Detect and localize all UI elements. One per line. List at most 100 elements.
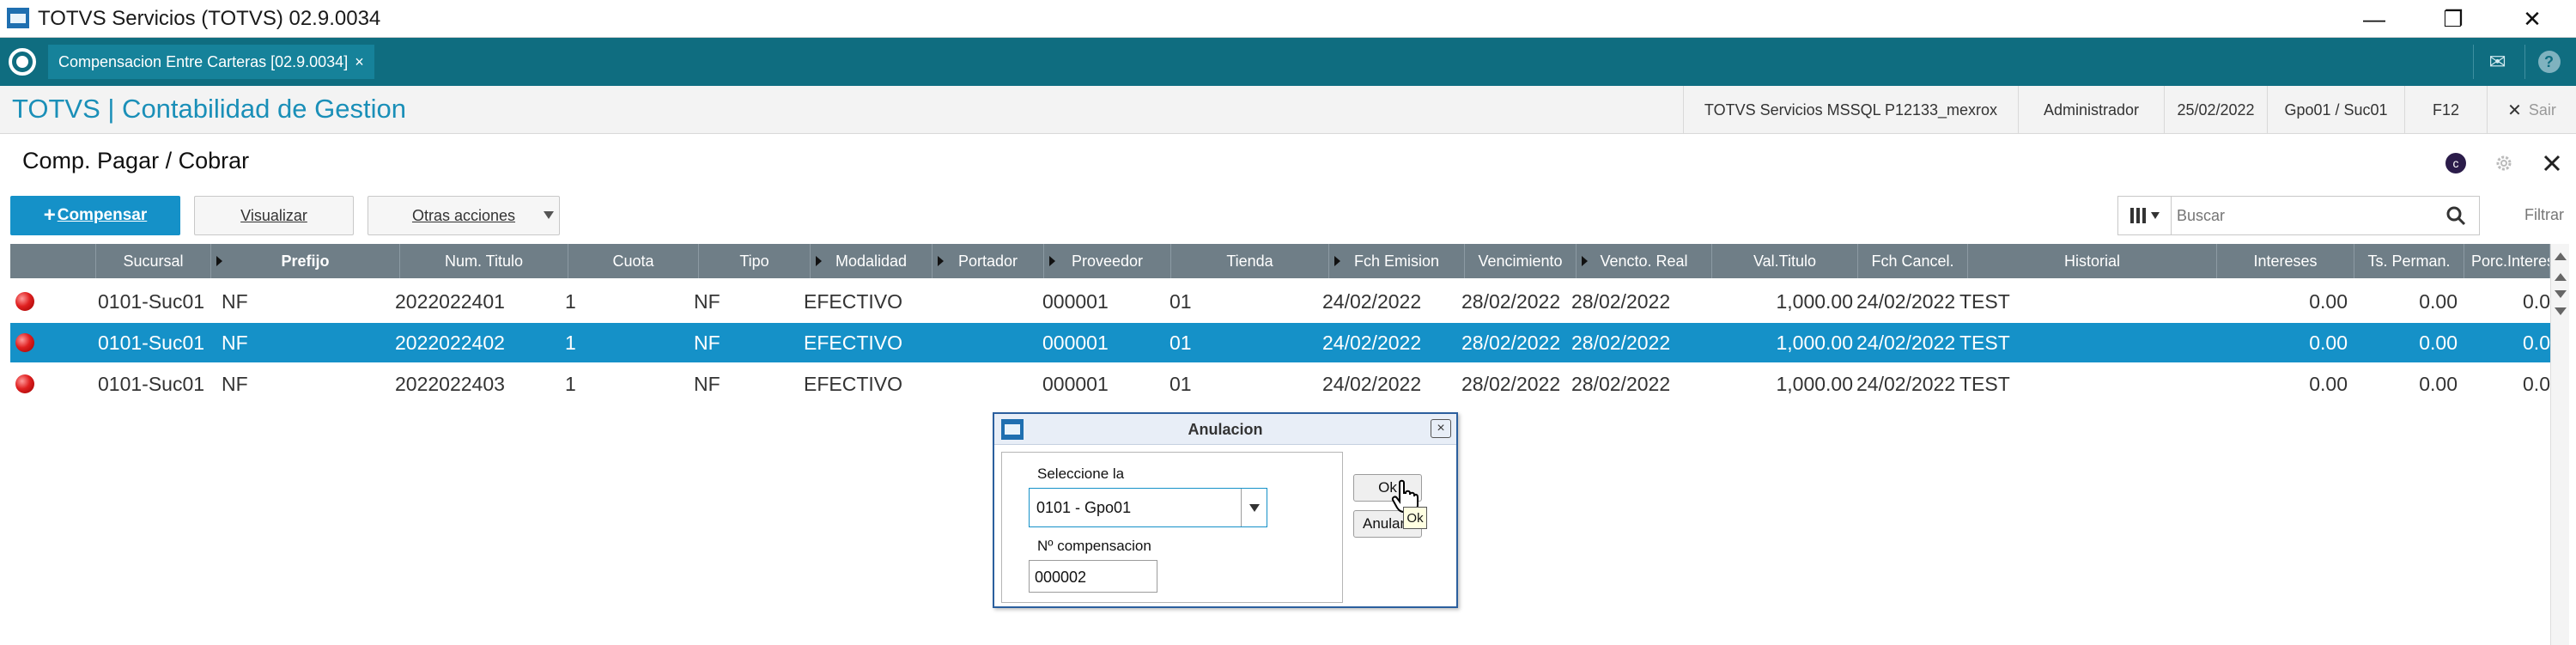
- cell-tienda: 01: [1170, 289, 1192, 313]
- date-info: 25/02/2022: [2164, 86, 2267, 134]
- window-titlebar: TOTVS Servicios (TOTVS) 02.9.0034 — ❐ ✕: [0, 0, 2576, 38]
- header-intereses[interactable]: Intereses: [2217, 244, 2354, 278]
- close-window-button[interactable]: ✕: [2494, 0, 2571, 38]
- table-row-selected[interactable]: 0101-Suc01 NF 2022022402 1 NF EFECTIVO 0…: [10, 323, 2550, 362]
- cell-fch-emision: 24/02/2022: [1322, 289, 1422, 313]
- cell-tipo: NF: [694, 289, 720, 313]
- header-porc-interes[interactable]: Porc.Interes: [2464, 244, 2550, 278]
- ok-tooltip: Ok: [1403, 507, 1427, 529]
- compensacion-value: 000002: [1035, 569, 1087, 586]
- header-tienda[interactable]: Tienda: [1171, 244, 1329, 278]
- help-icon[interactable]: ?: [2524, 45, 2573, 79]
- dialog-title: Anulacion: [1188, 420, 1263, 438]
- company-info[interactable]: Gpo01 / Suc01: [2267, 86, 2404, 134]
- dialog-close-icon[interactable]: ×: [1431, 419, 1451, 438]
- scroll-page-down-icon[interactable]: [2555, 290, 2567, 298]
- cell-tipo: NF: [694, 372, 720, 395]
- cell-modalidad: EFECTIVO: [804, 289, 903, 313]
- cell-val-titulo: 1,000.00: [1776, 289, 1853, 313]
- chevron-down-icon: [2150, 212, 2160, 219]
- c-glyph: c: [2445, 153, 2466, 173]
- module-title: TOTVS | Contabilidad de Gestion: [12, 94, 406, 124]
- cell-vencimiento: 28/02/2022: [1461, 372, 1561, 395]
- compensar-label: Compensar: [57, 206, 148, 224]
- header-fch-cancel[interactable]: Fch Cancel.: [1858, 244, 1968, 278]
- header-num-titulo[interactable]: Num. Titulo: [400, 244, 568, 278]
- header-vencto-real[interactable]: Vencto. Real: [1577, 244, 1712, 278]
- header-arrow-icon: [816, 256, 822, 266]
- header-historial[interactable]: Historial: [1968, 244, 2217, 278]
- table-row[interactable]: 0101-Suc01 NF 2022022403 1 NF EFECTIVO 0…: [10, 364, 2550, 404]
- minimize-button[interactable]: —: [2336, 0, 2413, 38]
- cell-vencto-real: 28/02/2022: [1571, 372, 1671, 395]
- close-page-icon[interactable]: [2538, 149, 2566, 177]
- header-portador[interactable]: Portador: [933, 244, 1044, 278]
- tab-compensacion[interactable]: Compensacion Entre Carteras [02.9.0034] …: [48, 45, 374, 79]
- cell-num-titulo: 2022022401: [395, 289, 505, 313]
- visualizar-button[interactable]: Visualizar: [194, 196, 354, 235]
- header-prefijo[interactable]: Prefijo: [211, 244, 400, 278]
- select-label: Seleccione la: [1037, 465, 1125, 482]
- header-arrow-icon: [1334, 256, 1340, 266]
- filtrar-link[interactable]: Filtrar: [2524, 206, 2564, 224]
- cell-modalidad: EFECTIVO: [804, 372, 903, 395]
- compensacion-field[interactable]: 000002: [1029, 560, 1157, 593]
- header-tipo[interactable]: Tipo: [699, 244, 811, 278]
- cell-porc-interes: 0.0: [2523, 331, 2550, 354]
- scroll-down-icon[interactable]: [2555, 307, 2567, 315]
- select-dropdown-button[interactable]: [1241, 489, 1267, 526]
- header-proveedor-label: Proveedor: [1071, 252, 1144, 270]
- tab-strip: [0, 38, 2576, 86]
- otras-acciones-button[interactable]: Otras acciones: [368, 196, 560, 235]
- header-arrow-icon: [1582, 256, 1588, 266]
- compensacion-label: Nº compensacion: [1037, 538, 1151, 554]
- search-icon[interactable]: [2445, 204, 2467, 227]
- header-vencimiento[interactable]: Vencimiento: [1465, 244, 1577, 278]
- cell-ts-perman: 0.00: [2419, 372, 2458, 395]
- header-arrow-icon: [216, 256, 222, 266]
- vertical-scrollbar[interactable]: [2550, 244, 2569, 645]
- cell-porc-interes: 0.0: [2523, 372, 2550, 395]
- cell-prefijo: NF: [222, 331, 248, 354]
- maximize-button[interactable]: ❐: [2415, 0, 2492, 38]
- header-fch-emision[interactable]: Fch Emision: [1329, 244, 1465, 278]
- cell-fch-emision: 24/02/2022: [1322, 331, 1422, 354]
- columns-selector[interactable]: [2118, 197, 2172, 234]
- gear-icon[interactable]: [2490, 149, 2518, 177]
- f12-button[interactable]: F12: [2404, 86, 2487, 134]
- cell-fch-emision: 24/02/2022: [1322, 372, 1422, 395]
- header-val-titulo[interactable]: Val.Titulo: [1712, 244, 1858, 278]
- cell-sucursal: 0101-Suc01: [98, 372, 205, 395]
- cell-historial: TEST: [1959, 289, 2010, 313]
- scroll-page-up-icon[interactable]: [2555, 273, 2567, 281]
- header-portador-label: Portador: [957, 252, 1018, 270]
- cell-proveedor: 000001: [1042, 331, 1109, 354]
- header-sucursal[interactable]: Sucursal: [96, 244, 211, 278]
- cell-vencto-real: 28/02/2022: [1571, 289, 1671, 313]
- cell-intereses: 0.00: [2309, 372, 2348, 395]
- exit-button[interactable]: ✕ Sair: [2487, 86, 2576, 134]
- page-title: Comp. Pagar / Cobrar: [22, 148, 250, 173]
- company-c-icon[interactable]: c: [2442, 149, 2470, 177]
- cell-fch-cancel: 24/02/2022: [1856, 289, 1956, 313]
- visualizar-label: Visualizar: [240, 206, 307, 224]
- grid-header: Sucursal Prefijo Num. Titulo Cuota Tipo …: [10, 244, 2550, 278]
- header-proveedor[interactable]: Proveedor: [1044, 244, 1171, 278]
- search-input[interactable]: [2177, 202, 2426, 229]
- tab-close-icon[interactable]: ×: [355, 53, 364, 71]
- table-row[interactable]: 0101-Suc01 NF 2022022401 1 NF EFECTIVO 0…: [10, 282, 2550, 321]
- scroll-up-icon[interactable]: [2555, 253, 2567, 260]
- anulacion-dialog: Anulacion × Seleccione la 0101 - Gpo01 N…: [993, 412, 1458, 608]
- company-select[interactable]: 0101 - Gpo01: [1029, 488, 1267, 527]
- columns-icon: [2129, 208, 2134, 223]
- header-modalidad[interactable]: Modalidad: [811, 244, 933, 278]
- mail-icon[interactable]: ✉: [2473, 45, 2521, 79]
- totvs-logo-icon[interactable]: [9, 48, 36, 76]
- header-cuota[interactable]: Cuota: [568, 244, 699, 278]
- status-red-icon: [15, 374, 34, 393]
- header-vencto-real-label: Vencto. Real: [1600, 252, 1688, 270]
- compensar-button[interactable]: + Compensar: [10, 196, 180, 235]
- company-select-value: 0101 - Gpo01: [1036, 499, 1132, 516]
- cell-num-titulo: 2022022403: [395, 372, 505, 395]
- header-ts-perman[interactable]: Ts. Perman.: [2354, 244, 2464, 278]
